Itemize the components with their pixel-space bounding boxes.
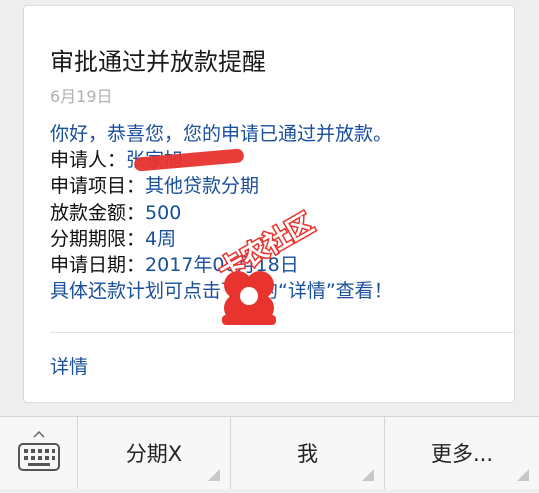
applicant-label: 申请人： xyxy=(50,149,127,172)
message-card[interactable]: 审批通过并放款提醒 6月19日 你好，恭喜您，您的申请已通过并放款。 申请人：张… xyxy=(23,5,515,403)
menu-item-me[interactable]: 我 xyxy=(231,417,385,489)
apply-date-row: 申请日期：2017年06月18日 xyxy=(50,252,500,278)
details-link[interactable]: 详情 xyxy=(50,352,88,379)
project-label: 申请项目： xyxy=(50,175,146,198)
menu-item-installment-label: 分期X xyxy=(125,442,183,466)
message-body: 你好，恭喜您，您的申请已通过并放款。 申请人：张家旭 申请项目：其他贷款分期 放… xyxy=(50,121,500,304)
submenu-indicator-icon xyxy=(208,469,220,481)
term-label: 分期期限： xyxy=(50,227,146,250)
keyboard-icon xyxy=(18,430,60,471)
menu-item-installment[interactable]: 分期X xyxy=(78,417,231,489)
project-row: 申请项目：其他贷款分期 xyxy=(50,173,500,199)
amount-row: 放款金额：500 xyxy=(50,200,500,226)
term-row: 分期期限：4周 xyxy=(50,226,500,252)
apply-date-value: 2017年06月18日 xyxy=(145,253,299,276)
term-value: 4周 xyxy=(145,227,177,250)
menu-item-me-label: 我 xyxy=(297,442,318,466)
message-title: 审批通过并放款提醒 xyxy=(50,48,266,76)
message-date: 6月19日 xyxy=(50,87,113,106)
amount-value: 500 xyxy=(145,201,182,224)
keyboard-toggle-button[interactable] xyxy=(0,417,78,489)
apply-date-label: 申请日期： xyxy=(50,253,146,276)
footer-note: 具体还款计划可点击下面的“详情”查看！ xyxy=(50,280,393,303)
card-divider xyxy=(50,332,514,333)
submenu-indicator-icon xyxy=(362,469,374,481)
applicant-row: 申请人：张家旭 xyxy=(50,147,500,173)
project-value: 其他贷款分期 xyxy=(145,175,260,198)
greeting-text: 你好，恭喜您，您的申请已通过并放款。 xyxy=(50,123,393,145)
bottom-menu-bar: 分期X 我 更多... xyxy=(0,416,539,489)
amount-label: 放款金额： xyxy=(50,201,146,224)
menu-item-more-label: 更多... xyxy=(430,442,494,466)
menu-item-more[interactable]: 更多... xyxy=(385,417,539,489)
submenu-indicator-icon xyxy=(517,469,529,481)
